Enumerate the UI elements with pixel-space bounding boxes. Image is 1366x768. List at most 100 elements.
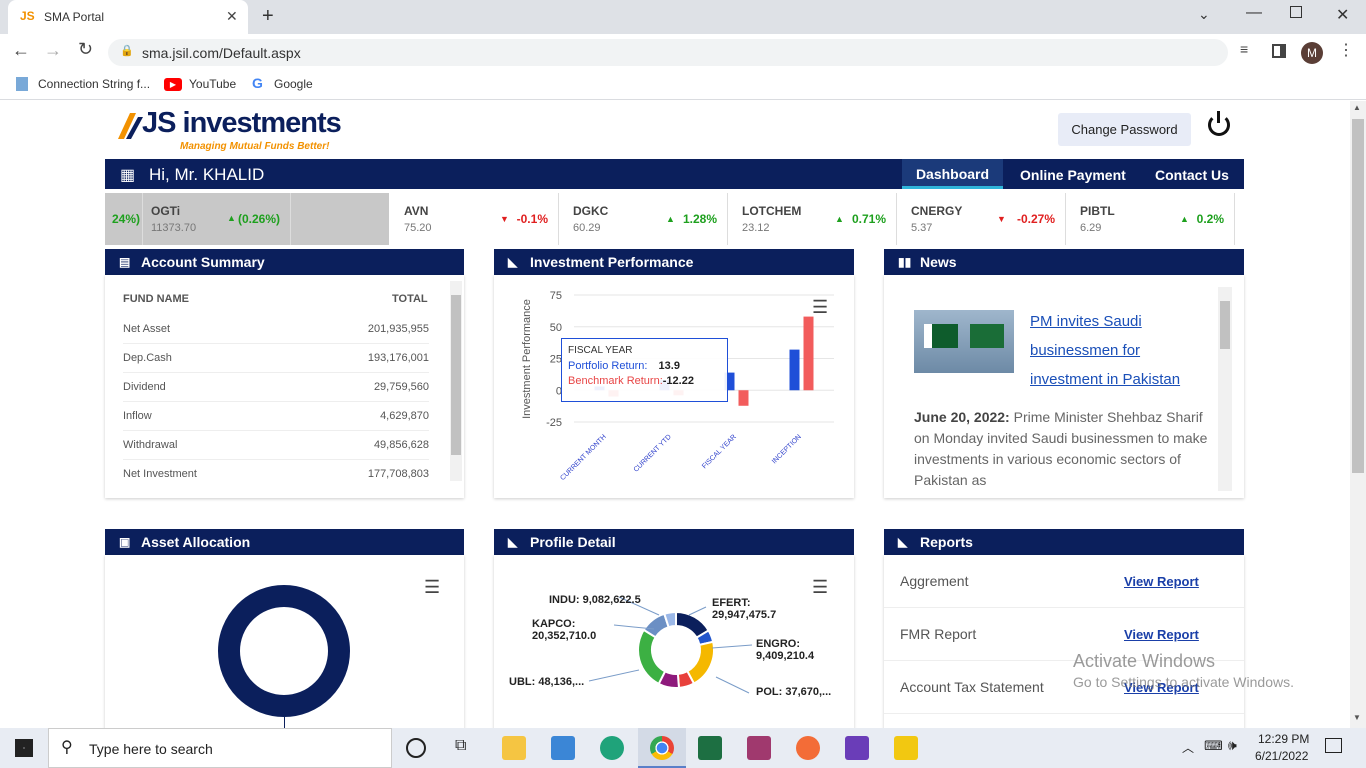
bookmark-connection[interactable]: Connection String f... xyxy=(38,77,150,91)
power-bi-icon[interactable] xyxy=(894,736,918,760)
ticker-item: LOTCHEM 23.12 0.71% ▲ xyxy=(728,193,897,245)
chrome-icon[interactable] xyxy=(650,736,674,760)
area-chart-icon: ◣ xyxy=(508,255,518,269)
chart-menu-icon[interactable]: ☰ xyxy=(424,577,440,598)
side-panel-icon[interactable] xyxy=(1272,44,1286,58)
news-text: June 20, 2022: Prime Minister Shehbaz Sh… xyxy=(914,407,1214,491)
view-report-link[interactable]: View Report xyxy=(1124,661,1199,714)
search-icon: ⚲ xyxy=(61,739,73,756)
chart-menu-icon[interactable]: ☰ xyxy=(812,297,828,318)
back-icon[interactable]: ← xyxy=(12,40,30,61)
asset-allocation-header: ▣ Asset Allocation xyxy=(105,529,464,555)
news-headline-link[interactable]: PM invites Saudi businessmen for investm… xyxy=(1030,307,1200,394)
report-name: Account Tax Statement xyxy=(900,679,1044,695)
store-icon[interactable] xyxy=(551,736,575,760)
apps-grid-icon[interactable]: ▦ xyxy=(120,165,135,185)
bookmark-youtube[interactable]: YouTube xyxy=(189,77,236,91)
pie-label: INDU: 9,082,622.5 xyxy=(549,594,641,606)
edge-icon[interactable] xyxy=(600,736,624,760)
close-window-icon[interactable]: ✕ xyxy=(1336,5,1349,25)
asset-allocation-body: ☰ xyxy=(105,555,464,728)
pie-connector xyxy=(688,606,707,616)
forward-icon[interactable]: → xyxy=(44,40,62,61)
tab-online-payment[interactable]: Online Payment xyxy=(1020,167,1126,183)
y-tick-label: -25 xyxy=(546,417,562,429)
chart-tooltip: FISCAL YEAR Portfolio Return: 13.9 Bench… xyxy=(561,338,728,402)
tab-dashboard[interactable]: Dashboard xyxy=(902,159,1003,189)
panel-title: News xyxy=(920,254,957,270)
restore-icon[interactable] xyxy=(1290,6,1302,18)
pie-label: ENGRO: 9,409,210.4 xyxy=(756,638,815,662)
view-report-link[interactable]: View Report xyxy=(1124,608,1199,661)
tooltip-header: FISCAL YEAR xyxy=(568,345,633,356)
change-password-button[interactable]: Change Password xyxy=(1058,113,1191,146)
favicon-icon: JS xyxy=(20,9,35,23)
clock-time[interactable]: 12:29 PM xyxy=(1258,732,1309,746)
excel-icon[interactable] xyxy=(698,736,722,760)
browser-tab-strip: JS SMA Portal ✕ + ⌄ — ✕ xyxy=(0,0,1366,34)
reports-header: ◣ Reports xyxy=(884,529,1244,555)
file-explorer-icon[interactable] xyxy=(502,736,526,760)
news-header: ▮▮ News xyxy=(884,249,1244,275)
new-tab-icon[interactable]: + xyxy=(262,5,274,28)
panel-title: Reports xyxy=(920,534,973,550)
panel-title: Asset Allocation xyxy=(141,534,251,550)
calendar-icon: ▣ xyxy=(119,535,131,549)
investment-performance-body: 75 50 25 0 -25 Investment Performance CURRENT … xyxy=(494,275,854,498)
view-report-link[interactable]: View Report xyxy=(1124,555,1199,608)
news-date: June 20, 2022: xyxy=(914,409,1010,425)
reload-icon[interactable]: ↻ xyxy=(78,39,93,60)
table-row: Net Investment 177,708,803 xyxy=(123,468,429,480)
panel-title: Profile Detail xyxy=(530,534,616,550)
tab-search-icon[interactable]: ⌄ xyxy=(1198,6,1210,23)
reading-list-icon[interactable]: ≡ xyxy=(1240,41,1248,57)
profile-detail-body: ☰ INDU: 9,082,622.5 KAPCO: 20,352,710.0 E… xyxy=(494,555,854,728)
close-tab-icon[interactable]: ✕ xyxy=(226,8,238,25)
bar xyxy=(738,390,749,406)
allocation-donut xyxy=(218,585,350,717)
network-icon[interactable]: ⌨ xyxy=(1204,738,1223,754)
area-chart-icon: ◣ xyxy=(508,535,518,549)
omnibox[interactable]: 🔒 sma.jsil.com/Default.aspx xyxy=(108,39,1228,66)
postman-icon[interactable] xyxy=(796,736,820,760)
windows-start-icon[interactable] xyxy=(15,739,33,757)
pie-slice xyxy=(637,628,667,686)
pie-connector xyxy=(715,676,750,694)
minimize-icon[interactable]: — xyxy=(1246,4,1262,22)
report-row: Account Tax Statement View Report xyxy=(884,661,1244,714)
lock-icon: 🔒 xyxy=(120,45,134,57)
bar xyxy=(789,349,800,391)
browser-tab[interactable]: JS SMA Portal ✕ xyxy=(8,0,248,34)
news-scrollbar[interactable] xyxy=(1218,287,1232,491)
ticker-item: DGKC 60.29 1.28% ▲ xyxy=(559,193,728,245)
visual-studio-icon[interactable] xyxy=(845,736,869,760)
volume-icon[interactable]: 🕪 xyxy=(1228,737,1237,754)
profile-avatar[interactable]: M xyxy=(1301,42,1323,64)
logout-icon[interactable] xyxy=(1208,111,1230,136)
panel-title: Investment Performance xyxy=(530,254,694,270)
bookmark-google[interactable]: Google xyxy=(274,77,313,91)
scroll-thumb[interactable] xyxy=(1352,119,1364,473)
logo[interactable]: JS investments Managing Mutual Funds Bet… xyxy=(116,107,346,155)
logo-tagline: Managing Mutual Funds Better! xyxy=(180,141,330,152)
tab-contact-us[interactable]: Contact Us xyxy=(1155,167,1229,183)
chrome-menu-icon[interactable]: ⋮ xyxy=(1338,40,1354,60)
page-scrollbar[interactable]: ▲ ▼ xyxy=(1350,101,1366,728)
summary-scrollbar[interactable] xyxy=(450,281,462,481)
sql-icon[interactable] xyxy=(747,736,771,760)
account-summary-body: FUND NAME TOTAL Net Asset 201,935,955 Dep… xyxy=(105,275,464,498)
chart-menu-icon[interactable]: ☰ xyxy=(812,577,828,598)
url-text: sma.jsil.com/Default.aspx xyxy=(142,45,301,61)
account-summary-header: ▤ Account Summary xyxy=(105,249,464,275)
taskbar-search[interactable]: ⚲ Type here to search xyxy=(48,728,392,768)
cortana-icon[interactable] xyxy=(406,738,426,758)
task-view-icon[interactable]: ⧉ xyxy=(455,737,466,755)
news-thumbnail[interactable] xyxy=(914,310,1014,373)
notifications-icon[interactable] xyxy=(1325,738,1342,753)
pakistan-flag-icon xyxy=(924,324,958,348)
show-hidden-icons[interactable]: ︿ xyxy=(1182,739,1194,756)
google-icon: G xyxy=(252,75,263,91)
area-chart-icon: ◣ xyxy=(898,535,908,549)
clock-date[interactable]: 6/21/2022 xyxy=(1255,749,1308,763)
y-tick-label: 75 xyxy=(550,290,562,302)
